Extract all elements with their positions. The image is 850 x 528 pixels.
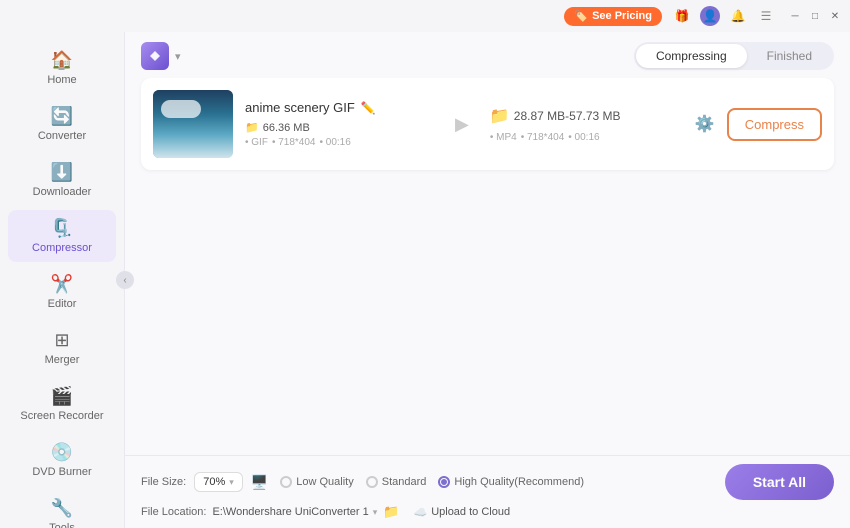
tools-icon: 🔧 bbox=[51, 498, 73, 519]
file-actions: ⚙️ Compress bbox=[691, 108, 822, 141]
standard-label: Standard bbox=[382, 476, 427, 488]
titlebar-icons: 🎁 👤 🔔 ☰ bbox=[672, 6, 776, 26]
bottom-row-quality: File Size: 70% ▾ 🖥️ Low Quality Standard bbox=[141, 464, 834, 500]
high-quality-radio-circle bbox=[438, 476, 450, 488]
tab-compressing[interactable]: Compressing bbox=[636, 44, 747, 68]
source-file-size: 66.36 MB bbox=[263, 122, 310, 134]
folder-icon: 📁 bbox=[245, 121, 259, 134]
low-quality-label: Low Quality bbox=[296, 476, 353, 488]
window-controls: ─ □ ✕ bbox=[788, 9, 842, 23]
see-pricing-button[interactable]: 🏷️ See Pricing bbox=[564, 7, 662, 26]
output-size-row: 📁 28.87 MB-57.73 MB bbox=[490, 106, 679, 126]
user-icon[interactable]: 👤 bbox=[700, 6, 720, 26]
file-size-value: 70% bbox=[203, 476, 225, 488]
menu-icon[interactable]: ☰ bbox=[756, 6, 776, 26]
sidebar-item-tools[interactable]: 🔧 Tools bbox=[8, 490, 116, 528]
file-output-tags: • MP4 • 718*404 • 00:16 bbox=[490, 132, 679, 143]
file-card: anime scenery GIF ✏️ 📁 66.36 MB • GIF • … bbox=[141, 78, 834, 170]
output-file-size: 28.87 MB-57.73 MB bbox=[514, 109, 621, 123]
dvd-burner-icon: 💿 bbox=[51, 442, 73, 463]
output-format-tag: • MP4 bbox=[490, 132, 517, 143]
source-duration-tag: • 00:16 bbox=[320, 137, 351, 148]
gift-icon[interactable]: 🎁 bbox=[672, 6, 692, 26]
file-source-info: anime scenery GIF ✏️ 📁 66.36 MB • GIF • … bbox=[245, 100, 434, 148]
bottom-bar: File Size: 70% ▾ 🖥️ Low Quality Standard bbox=[125, 455, 850, 528]
browse-folder-button[interactable]: 📁 bbox=[383, 504, 399, 520]
sidebar-item-editor[interactable]: ✂️ Editor bbox=[8, 266, 116, 318]
cloud-decoration bbox=[161, 100, 201, 118]
notification-icon[interactable]: 🔔 bbox=[728, 6, 748, 26]
merger-icon: ⊞ bbox=[54, 330, 69, 351]
logo-area: ▾ bbox=[141, 42, 181, 70]
low-quality-radio-circle bbox=[280, 476, 292, 488]
thumbnail-image bbox=[153, 90, 233, 158]
sidebar-item-converter[interactable]: 🔄 Converter bbox=[8, 98, 116, 150]
start-all-button[interactable]: Start All bbox=[725, 464, 834, 500]
screen-recorder-icon: 🎬 bbox=[51, 386, 73, 407]
content-header: ▾ Compressing Finished bbox=[125, 32, 850, 78]
compress-button[interactable]: Compress bbox=[727, 108, 822, 141]
file-location-path: E:\Wondershare UniConverter 1 ▾ bbox=[212, 506, 377, 518]
right-arrow-icon: ▶ bbox=[455, 114, 469, 135]
bottom-row-location: File Location: E:\Wondershare UniConvert… bbox=[141, 504, 834, 520]
tab-finished[interactable]: Finished bbox=[747, 44, 832, 68]
path-dropdown-arrow[interactable]: ▾ bbox=[373, 507, 378, 518]
output-resolution-tag: • 718*404 bbox=[521, 132, 565, 143]
file-size-select[interactable]: 70% ▾ bbox=[194, 472, 243, 492]
file-source-tags: • GIF • 718*404 • 00:16 bbox=[245, 137, 434, 148]
file-name: anime scenery GIF bbox=[245, 100, 355, 115]
file-location-label: File Location: bbox=[141, 506, 206, 518]
minimize-button[interactable]: ─ bbox=[788, 9, 802, 23]
sidebar-item-home[interactable]: 🏠 Home bbox=[8, 42, 116, 94]
quality-radio-group: Low Quality Standard High Quality(Recomm… bbox=[280, 476, 584, 488]
edit-icon[interactable]: ✏️ bbox=[361, 101, 376, 115]
sidebar-item-downloader[interactable]: ⬇️ Downloader bbox=[8, 154, 116, 206]
upload-cloud-label: Upload to Cloud bbox=[431, 506, 510, 518]
sidebar-collapse-button[interactable]: ‹ bbox=[116, 271, 134, 289]
maximize-button[interactable]: □ bbox=[808, 9, 822, 23]
content-area: ▾ Compressing Finished anime scenery bbox=[125, 32, 850, 528]
low-quality-radio[interactable]: Low Quality bbox=[280, 476, 353, 488]
titlebar: 🏷️ See Pricing 🎁 👤 🔔 ☰ ─ □ ✕ bbox=[0, 0, 850, 32]
monitor-icon: 🖥️ bbox=[251, 474, 268, 491]
sidebar-item-dvd-burner[interactable]: 💿 DVD Burner bbox=[8, 434, 116, 486]
sidebar-item-screen-recorder[interactable]: 🎬 Screen Recorder bbox=[8, 378, 116, 430]
file-thumbnail bbox=[153, 90, 233, 158]
high-quality-label: High Quality(Recommend) bbox=[454, 476, 584, 488]
compressor-icon: 🗜️ bbox=[51, 218, 73, 239]
file-source-meta: 📁 66.36 MB bbox=[245, 121, 434, 134]
location-path-text: E:\Wondershare UniConverter 1 bbox=[212, 506, 368, 518]
select-dropdown-arrow: ▾ bbox=[229, 477, 234, 488]
source-format-tag: • GIF bbox=[245, 137, 268, 148]
sidebar-item-compressor[interactable]: 🗜️ Compressor bbox=[8, 210, 116, 262]
upload-to-cloud-button[interactable]: ☁️ Upload to Cloud bbox=[413, 506, 510, 519]
editor-icon: ✂️ bbox=[51, 274, 73, 295]
sidebar: 🏠 Home 🔄 Converter ⬇️ Downloader 🗜️ Comp… bbox=[0, 32, 125, 528]
file-settings-button[interactable]: ⚙️ bbox=[691, 110, 719, 138]
home-icon: 🏠 bbox=[51, 50, 73, 71]
high-quality-radio[interactable]: High Quality(Recommend) bbox=[438, 476, 584, 488]
output-duration-tag: • 00:16 bbox=[568, 132, 599, 143]
sidebar-item-merger[interactable]: ⊞ Merger bbox=[8, 322, 116, 374]
cloud-upload-icon: ☁️ bbox=[413, 506, 427, 519]
file-name-row: anime scenery GIF ✏️ bbox=[245, 100, 434, 115]
file-list: anime scenery GIF ✏️ 📁 66.36 MB • GIF • … bbox=[125, 78, 850, 455]
tag-icon: 🏷️ bbox=[574, 10, 588, 23]
standard-quality-radio-circle bbox=[366, 476, 378, 488]
file-output-info: 📁 28.87 MB-57.73 MB • MP4 • 718*404 • 00… bbox=[490, 106, 679, 143]
source-resolution-tag: • 718*404 bbox=[272, 137, 316, 148]
close-button[interactable]: ✕ bbox=[828, 9, 842, 23]
downloader-icon: ⬇️ bbox=[51, 162, 73, 183]
tab-group: Compressing Finished bbox=[634, 42, 834, 70]
logo-dropdown-arrow[interactable]: ▾ bbox=[175, 50, 181, 63]
app-body: 🏠 Home 🔄 Converter ⬇️ Downloader 🗜️ Comp… bbox=[0, 32, 850, 528]
output-folder-icon: 📁 bbox=[490, 106, 510, 126]
standard-quality-radio[interactable]: Standard bbox=[366, 476, 427, 488]
app-logo bbox=[141, 42, 169, 70]
conversion-arrow: ▶ bbox=[446, 114, 478, 135]
converter-icon: 🔄 bbox=[51, 106, 73, 127]
file-size-label: File Size: bbox=[141, 476, 186, 488]
